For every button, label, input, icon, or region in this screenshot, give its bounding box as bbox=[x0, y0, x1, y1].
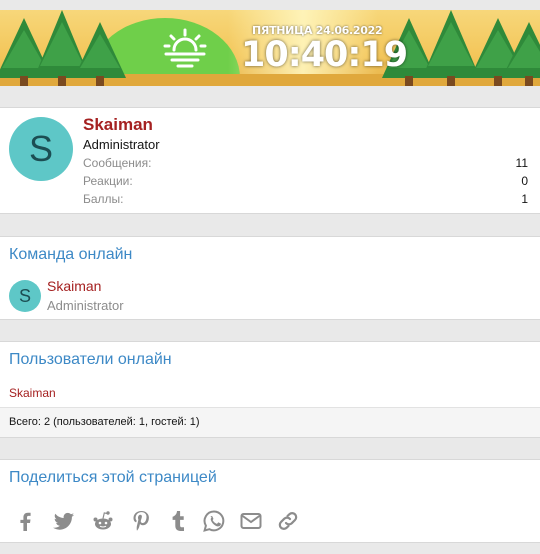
pinterest-icon[interactable] bbox=[129, 509, 153, 533]
stat-row-reactions: Реакции: 0 bbox=[83, 174, 528, 188]
header-banner: ПЯТНИЦА 24.06.2022 10:40:19 bbox=[0, 10, 540, 86]
link-icon[interactable] bbox=[276, 509, 300, 533]
username-link[interactable]: Skaiman bbox=[83, 115, 153, 135]
member-name-link[interactable]: Skaiman bbox=[47, 278, 101, 294]
reddit-icon[interactable] bbox=[91, 509, 115, 533]
facebook-icon[interactable] bbox=[13, 509, 37, 533]
team-online-widget: Команда онлайн S Skaiman Administrator bbox=[0, 236, 540, 320]
sunrise-icon bbox=[163, 28, 207, 68]
twitter-icon[interactable] bbox=[52, 509, 76, 533]
avatar[interactable]: S bbox=[9, 117, 73, 181]
widget-heading[interactable]: Команда онлайн bbox=[9, 246, 132, 264]
stat-row-points: Баллы: 1 bbox=[83, 192, 528, 206]
stat-value[interactable]: 1 bbox=[521, 192, 528, 206]
stat-label: Сообщения: bbox=[83, 156, 152, 170]
stat-label: Баллы: bbox=[83, 192, 124, 206]
widget-heading[interactable]: Пользователи онлайн bbox=[9, 351, 172, 369]
online-user-link[interactable]: Skaiman bbox=[9, 386, 56, 400]
stat-value: 0 bbox=[521, 174, 528, 188]
stat-row-messages: Сообщения: 11 bbox=[83, 156, 528, 170]
online-total-bar: Всего: 2 (пользователей: 1, гостей: 1) bbox=[0, 407, 540, 437]
users-online-widget: Пользователи онлайн Skaiman Всего: 2 (по… bbox=[0, 341, 540, 438]
whatsapp-icon[interactable] bbox=[202, 509, 226, 533]
tree-icon bbox=[502, 22, 540, 86]
user-title: Administrator bbox=[83, 137, 160, 152]
tumblr-icon[interactable] bbox=[166, 509, 190, 533]
avatar[interactable]: S bbox=[9, 280, 41, 312]
clock-time: 10:40:19 bbox=[241, 35, 408, 75]
profile-card: S Skaiman Administrator Сообщения: 11 Ре… bbox=[0, 107, 540, 214]
online-total-text: Всего: 2 (пользователей: 1, гостей: 1) bbox=[9, 416, 200, 428]
stat-value[interactable]: 11 bbox=[516, 156, 528, 170]
widget-heading: Поделиться этой страницей bbox=[9, 469, 217, 486]
tree-icon bbox=[74, 22, 126, 86]
stat-label: Реакции: bbox=[83, 174, 133, 188]
share-widget: Поделиться этой страницей bbox=[0, 459, 540, 543]
email-icon[interactable] bbox=[239, 509, 263, 533]
member-title: Administrator bbox=[47, 298, 124, 313]
